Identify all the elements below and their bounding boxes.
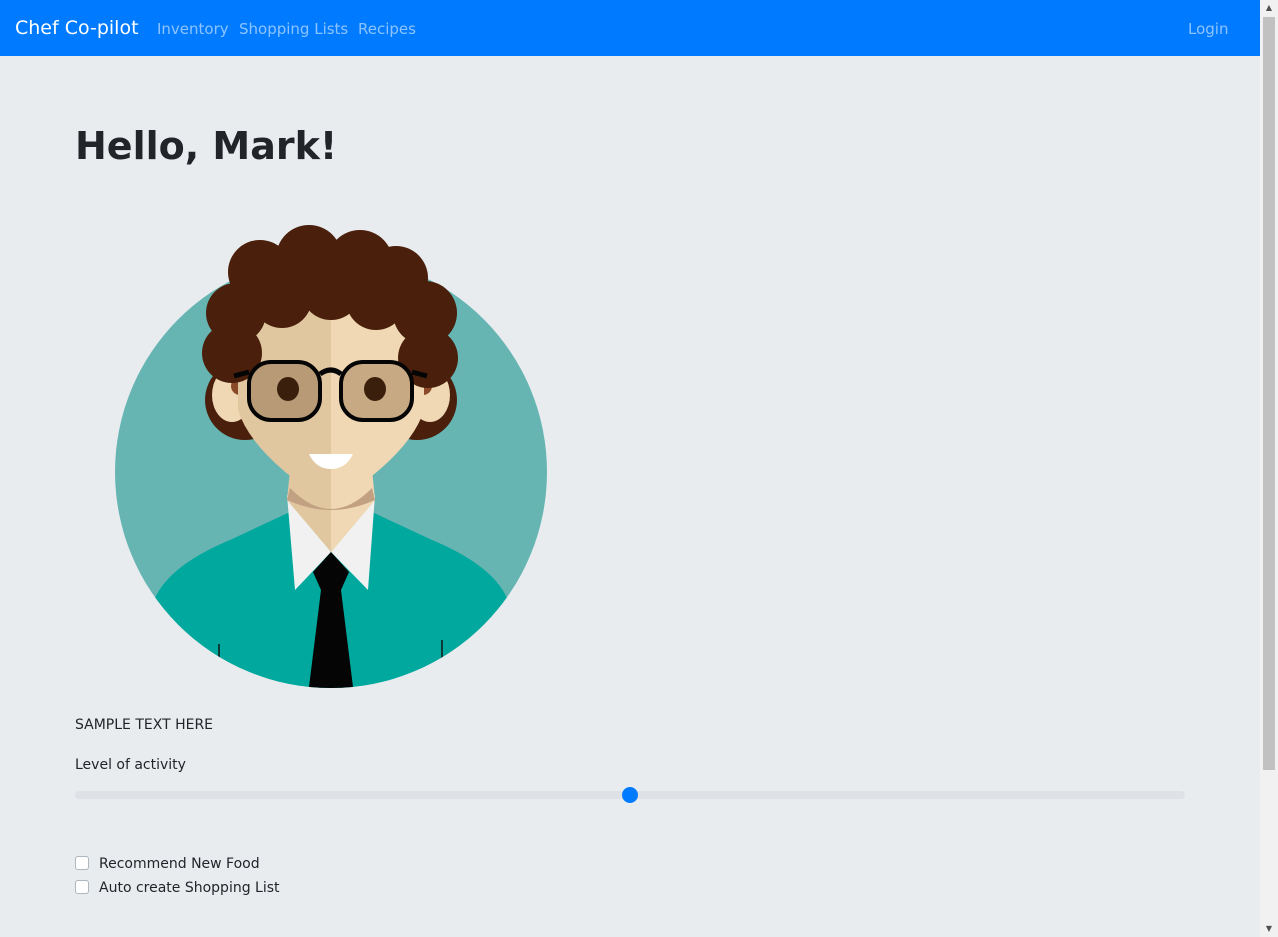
nav-link-login[interactable]: Login <box>1188 19 1228 39</box>
brand-link[interactable]: Chef Co-pilot <box>15 16 139 40</box>
recommend-new-food-label[interactable]: Recommend New Food <box>99 854 260 874</box>
auto-create-shopping-list-label[interactable]: Auto create Shopping List <box>99 878 280 898</box>
vertical-scrollbar[interactable]: ▲ ▼ <box>1260 0 1278 937</box>
scroll-down-arrow-icon[interactable]: ▼ <box>1260 921 1278 937</box>
nav-link-recipes[interactable]: Recipes <box>358 19 416 39</box>
recommend-new-food-checkbox[interactable] <box>75 856 89 870</box>
nav-link-inventory[interactable]: Inventory <box>157 19 229 39</box>
sample-text: SAMPLE TEXT HERE <box>75 717 214 733</box>
slider-thumb[interactable] <box>622 787 638 803</box>
auto-create-shopping-list-checkbox[interactable] <box>75 880 89 894</box>
activity-level-label: Level of activity <box>75 757 186 773</box>
scroll-up-arrow-icon[interactable]: ▲ <box>1260 0 1278 16</box>
activity-level-slider[interactable] <box>75 787 1185 803</box>
nav-link-shopping-lists[interactable]: Shopping Lists <box>239 19 348 39</box>
user-avatar-icon <box>115 225 547 688</box>
page-title: Hello, Mark! <box>75 124 338 168</box>
scrollbar-thumb[interactable] <box>1263 17 1275 770</box>
navbar: Chef Co-pilot Inventory Shopping Lists R… <box>0 0 1260 56</box>
